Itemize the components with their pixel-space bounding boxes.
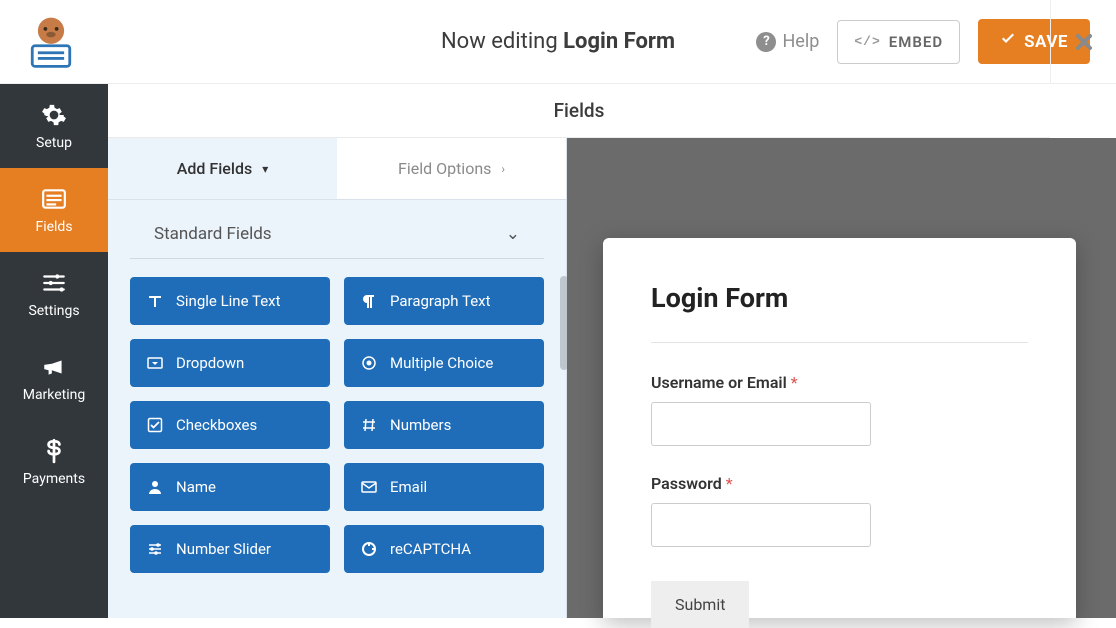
tab-field-options[interactable]: Field Options › <box>337 138 566 199</box>
help-label: Help <box>782 31 819 52</box>
paragraph-icon <box>360 292 378 310</box>
required-marker: * <box>791 373 798 392</box>
field-number-slider[interactable]: Number Slider <box>130 525 330 573</box>
field-label: Numbers <box>390 416 451 434</box>
field-checkboxes[interactable]: Checkboxes <box>130 401 330 449</box>
section-standard-fields[interactable]: Standard Fields ⌄ <box>130 200 544 259</box>
checkbox-icon <box>146 416 164 434</box>
field-name[interactable]: Name <box>130 463 330 511</box>
field-label: reCAPTCHA <box>390 540 471 558</box>
sidebar-item-payments[interactable]: Payments <box>0 420 108 504</box>
recaptcha-icon <box>360 540 378 558</box>
form-icon <box>40 185 68 213</box>
field-email[interactable]: Email <box>344 463 544 511</box>
dollar-icon <box>40 437 68 465</box>
username-label: Username or Email * <box>651 373 1028 392</box>
form-name: Login Form <box>563 29 675 54</box>
password-label: Password * <box>651 474 1028 493</box>
megaphone-icon <box>40 353 68 381</box>
left-sidebar: Setup Fields Settings Marketing Payments <box>0 84 108 618</box>
field-label: Checkboxes <box>176 416 257 434</box>
help-icon: ? <box>756 32 776 52</box>
field-grid: Single Line Text Paragraph Text Dropdown… <box>108 259 566 583</box>
sidebar-item-setup[interactable]: Setup <box>0 84 108 168</box>
close-button[interactable] <box>1050 0 1116 84</box>
password-input[interactable] <box>651 503 871 547</box>
field-paragraph-text[interactable]: Paragraph Text <box>344 277 544 325</box>
help-link[interactable]: ? Help <box>756 31 819 52</box>
username-input[interactable] <box>651 402 871 446</box>
sidebar-item-fields[interactable]: Fields <box>0 168 108 252</box>
chevron-down-icon: ⌄ <box>506 224 520 244</box>
text-icon <box>146 292 164 310</box>
embed-label: EMBED <box>889 33 943 51</box>
field-label: Name <box>176 478 216 496</box>
chevron-down-icon: ▾ <box>262 162 268 176</box>
app-logo <box>18 9 84 75</box>
field-multiple-choice[interactable]: Multiple Choice <box>344 339 544 387</box>
sidebar-item-label: Fields <box>35 219 72 235</box>
dropdown-icon <box>146 354 164 372</box>
field-label: Dropdown <box>176 354 244 372</box>
required-marker: * <box>726 474 733 493</box>
check-icon <box>1000 31 1016 52</box>
field-username[interactable]: Username or Email * <box>651 373 1028 446</box>
sliders-icon <box>40 269 68 297</box>
radio-icon <box>360 354 378 372</box>
panel-heading: Fields <box>108 84 1050 138</box>
preview-canvas: Login Form Username or Email * Password … <box>567 138 1116 618</box>
divider <box>651 342 1028 343</box>
field-label: Multiple Choice <box>390 354 493 372</box>
chevron-right-icon: › <box>501 162 505 176</box>
submit-label: Submit <box>675 595 725 614</box>
field-label: Paragraph Text <box>390 292 491 310</box>
panel-tabs: Add Fields ▾ Field Options › <box>108 138 566 200</box>
sidebar-item-label: Marketing <box>23 387 86 403</box>
hash-icon <box>360 416 378 434</box>
fields-panel: Add Fields ▾ Field Options › Standard Fi… <box>108 138 567 618</box>
gear-icon <box>40 101 68 129</box>
tab-label: Field Options <box>398 159 491 178</box>
envelope-icon <box>360 478 378 496</box>
code-icon: </> <box>854 34 880 49</box>
close-icon <box>1072 30 1096 54</box>
embed-button[interactable]: </> EMBED <box>837 20 960 64</box>
field-recaptcha[interactable]: reCAPTCHA <box>344 525 544 573</box>
preview-form-card: Login Form Username or Email * Password … <box>603 238 1076 618</box>
form-title-heading: Now editing Login Form <box>441 29 675 54</box>
sidebar-item-marketing[interactable]: Marketing <box>0 336 108 420</box>
sidebar-item-settings[interactable]: Settings <box>0 252 108 336</box>
field-label: Email <box>390 478 427 496</box>
sidebar-item-label: Settings <box>28 303 79 319</box>
field-dropdown[interactable]: Dropdown <box>130 339 330 387</box>
field-password[interactable]: Password * <box>651 474 1028 547</box>
field-label: Single Line Text <box>176 292 281 310</box>
field-numbers[interactable]: Numbers <box>344 401 544 449</box>
field-label: Number Slider <box>176 540 271 558</box>
sliders-icon <box>146 540 164 558</box>
section-title: Standard Fields <box>154 224 272 244</box>
preview-form-title: Login Form <box>651 282 1028 314</box>
tab-add-fields[interactable]: Add Fields ▾ <box>108 138 337 199</box>
editing-prefix: Now editing <box>441 29 558 54</box>
tab-label: Add Fields <box>177 159 252 178</box>
sidebar-item-label: Payments <box>23 471 85 487</box>
top-bar: Now editing Login Form ? Help </> EMBED … <box>0 0 1116 84</box>
person-icon <box>146 478 164 496</box>
submit-button[interactable]: Submit <box>651 581 749 628</box>
sidebar-item-label: Setup <box>36 135 72 151</box>
field-single-line-text[interactable]: Single Line Text <box>130 277 330 325</box>
